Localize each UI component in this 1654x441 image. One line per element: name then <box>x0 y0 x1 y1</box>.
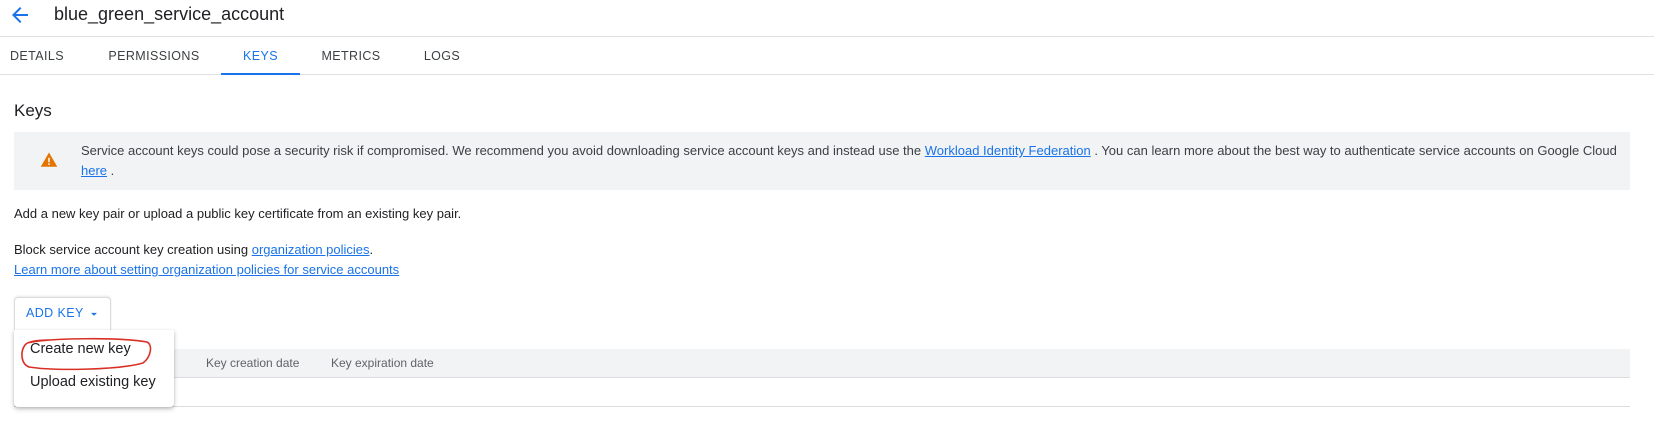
tab-logs[interactable]: LOGS <box>410 37 474 75</box>
block-text-end: . <box>369 242 374 257</box>
caret-down-icon <box>91 312 97 316</box>
tab-bar: DETAILS PERMISSIONS KEYS METRICS LOGS <box>0 37 1654 75</box>
column-key-creation-date[interactable]: Key creation date <box>206 349 299 378</box>
warning-text: Service account keys could pose a securi… <box>81 141 1621 181</box>
menu-item-upload-existing-key[interactable]: Upload existing key <box>14 366 174 398</box>
add-key-label: ADD KEY <box>26 306 84 320</box>
column-key-expiration-date[interactable]: Key expiration date <box>331 349 434 378</box>
security-warning-banner: Service account keys could pose a securi… <box>14 132 1630 190</box>
learn-more-org-policies-link[interactable]: Learn more about setting organization po… <box>14 262 399 277</box>
keys-table-header: Key creation date Key expiration date <box>14 349 1630 378</box>
section-title: Keys <box>14 101 52 120</box>
workload-identity-federation-link[interactable]: Workload Identity Federation <box>925 143 1091 158</box>
warning-text-part: Service account keys could pose a securi… <box>81 143 925 158</box>
warning-text-part: . <box>107 163 115 178</box>
add-key-dropdown-menu: Create new key Upload existing key <box>14 330 174 407</box>
add-key-button[interactable]: ADD KEY <box>14 297 111 331</box>
tab-metrics[interactable]: METRICS <box>311 37 391 75</box>
tab-keys[interactable]: KEYS <box>221 37 300 75</box>
tab-permissions[interactable]: PERMISSIONS <box>95 37 213 75</box>
warning-text-part: . You can learn more about the best way … <box>1090 143 1617 158</box>
warning-icon <box>40 152 58 167</box>
arrow-back-icon <box>12 7 28 23</box>
page-header: blue_green_service_account <box>0 0 1654 37</box>
organization-policies-link[interactable]: organization policies <box>252 242 370 257</box>
menu-item-create-new-key[interactable]: Create new key <box>14 333 174 365</box>
block-key-creation-text: Block service account key creation using… <box>14 240 373 260</box>
learn-more-paragraph: Learn more about setting organization po… <box>14 260 399 280</box>
add-key-pair-description: Add a new key pair or upload a public ke… <box>14 206 462 221</box>
authenticate-here-link[interactable]: here <box>81 163 107 178</box>
tab-details[interactable]: DETAILS <box>0 37 74 75</box>
table-divider <box>14 406 1630 407</box>
back-button[interactable] <box>8 3 32 27</box>
page-title: blue_green_service_account <box>54 4 285 24</box>
block-text: Block service account key creation using <box>14 242 252 257</box>
